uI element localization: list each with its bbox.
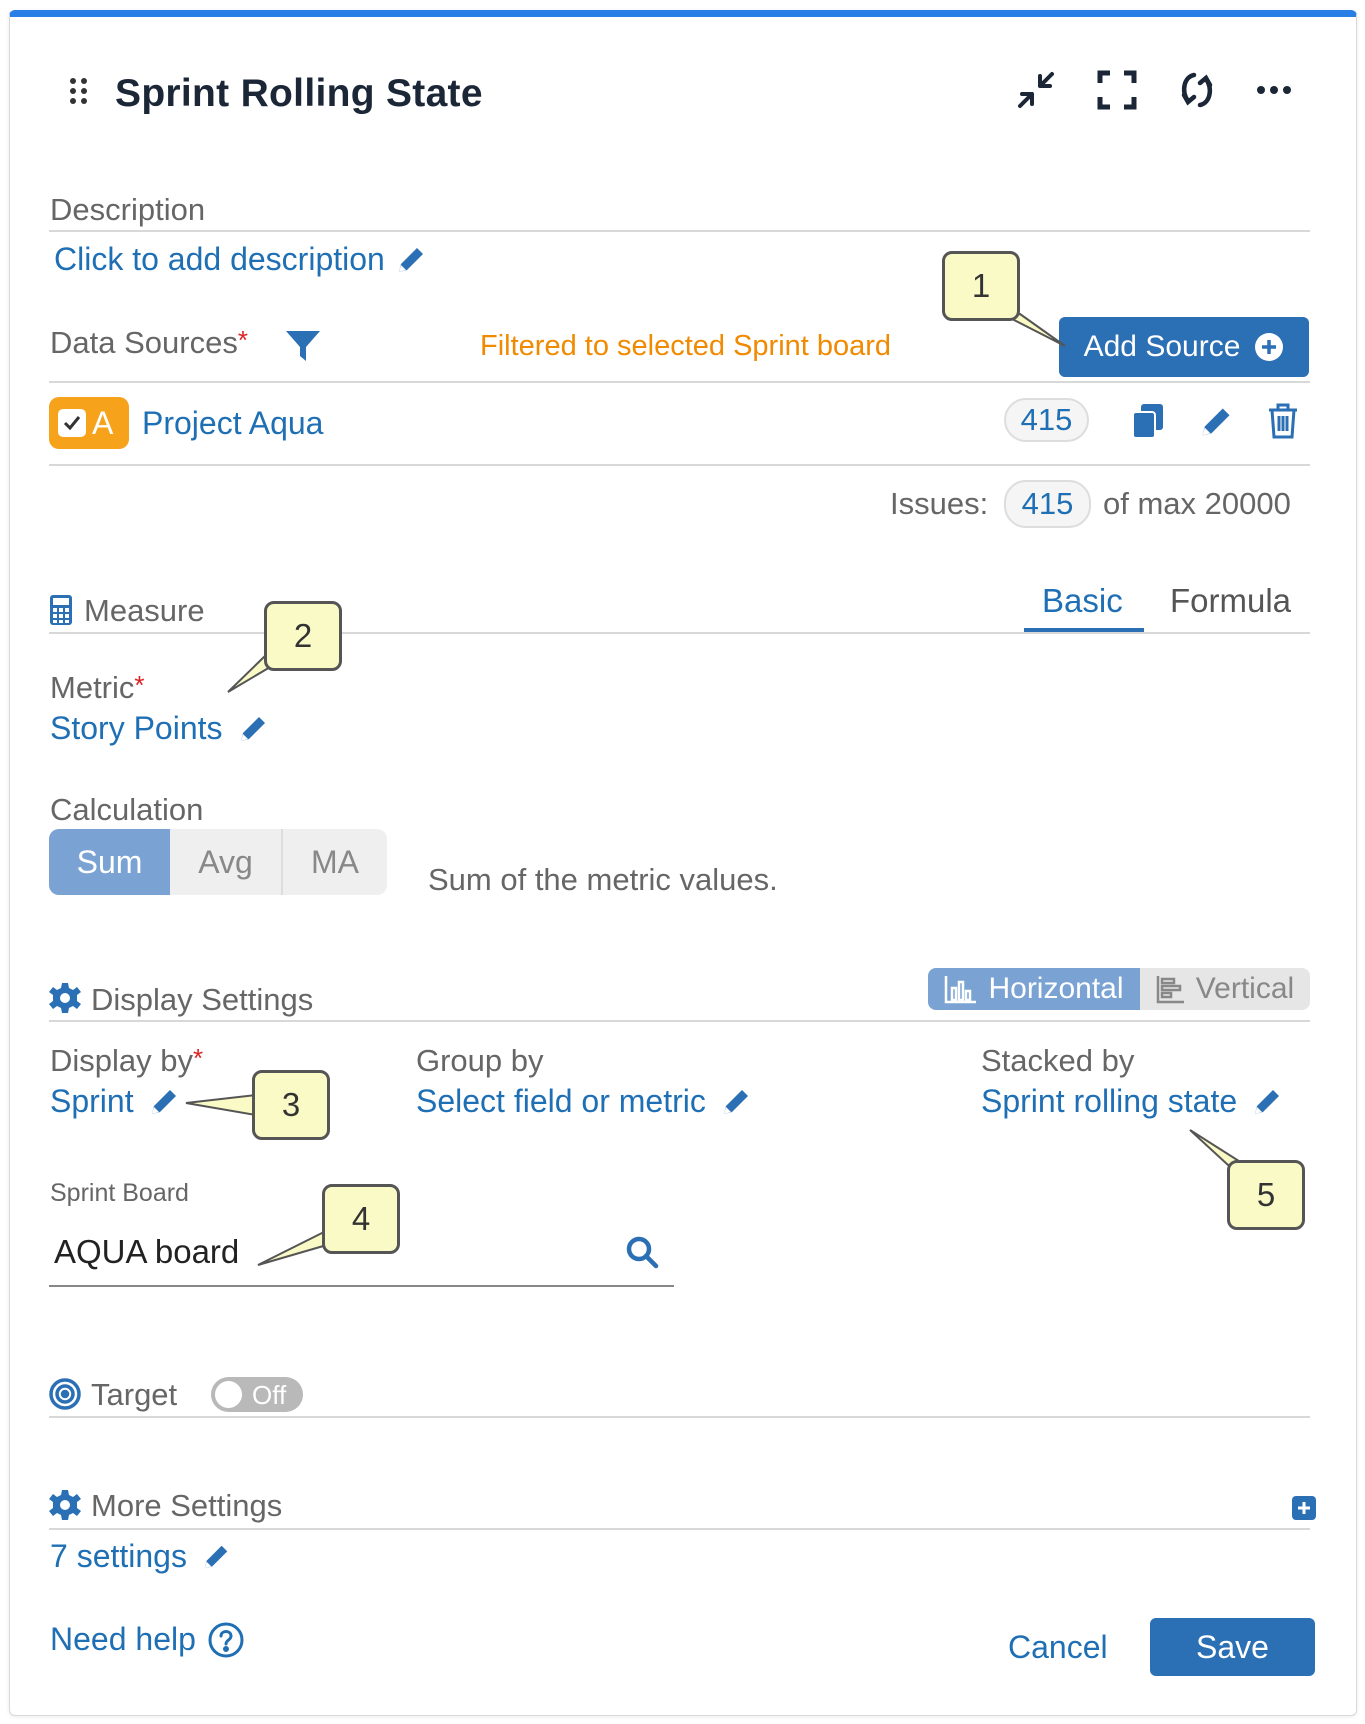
callout-1-pointer — [1007, 312, 1066, 347]
callout-3: 3 — [252, 1070, 330, 1140]
callout-leaders — [185, 312, 1245, 1266]
callout-5: 5 — [1227, 1160, 1305, 1230]
callout-2: 2 — [264, 601, 342, 671]
callout-1: 1 — [942, 251, 1020, 321]
callout-3-pointer — [185, 1093, 257, 1117]
callout-4: 4 — [322, 1184, 400, 1254]
